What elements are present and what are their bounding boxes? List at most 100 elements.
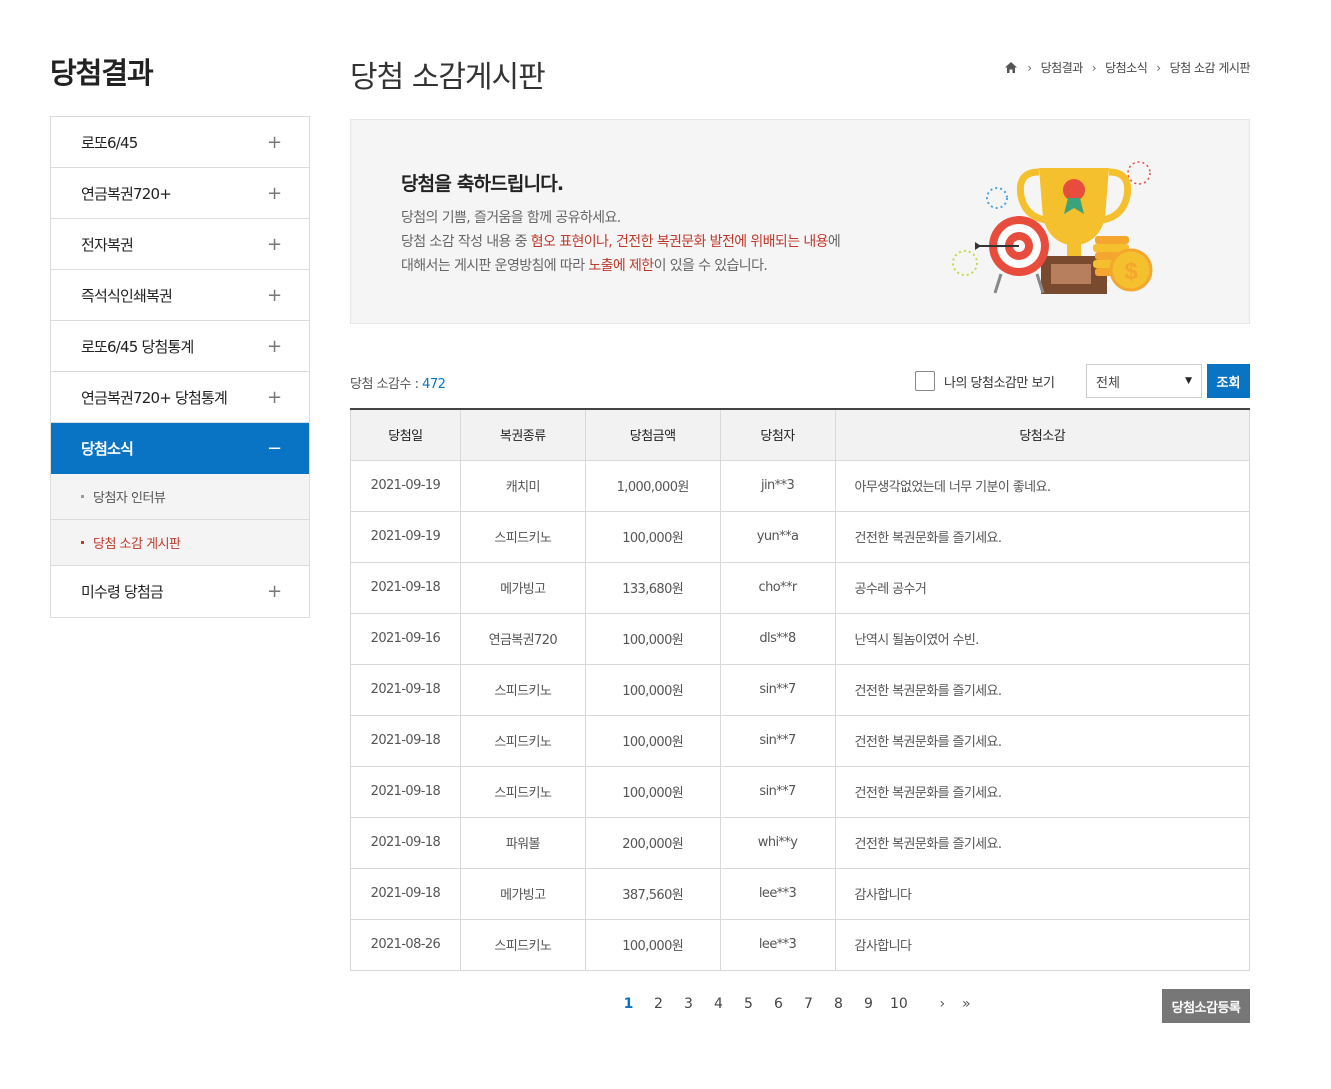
page-link[interactable]: 10 bbox=[890, 996, 908, 1012]
page-link[interactable]: 4 bbox=[710, 996, 727, 1012]
cell-date: 2021-09-19 bbox=[350, 511, 461, 563]
last-page-icon[interactable]: » bbox=[958, 996, 975, 1012]
cell-winner: jin**3 bbox=[719, 460, 836, 512]
my-posts-toggle[interactable]: 나의 당첨소감만 보기 bbox=[915, 371, 1055, 391]
cell-winner: dls**8 bbox=[719, 613, 836, 665]
cell-comment[interactable]: 건전한 복권문화를 즐기세요. bbox=[834, 511, 1251, 563]
page-link[interactable]: 3 bbox=[680, 996, 697, 1012]
column-header-date: 당첨일 bbox=[350, 409, 461, 461]
sidebar-item-electronic[interactable]: 전자복권 + bbox=[51, 219, 309, 270]
page-link[interactable]: 8 bbox=[830, 996, 847, 1012]
cell-winner: cho**r bbox=[719, 562, 836, 614]
cell-type: 스피드키노 bbox=[459, 766, 586, 818]
cell-date: 2021-09-18 bbox=[350, 766, 461, 818]
plus-icon: + bbox=[267, 335, 282, 357]
table-row[interactable]: 2021-09-18 스피드키노 100,000원 sin**7 건전한 복권문… bbox=[350, 766, 1251, 818]
sidebar-sub-item-interview[interactable]: 당첨자 인터뷰 bbox=[51, 474, 309, 520]
search-button[interactable]: 조회 bbox=[1207, 364, 1250, 398]
table-row[interactable]: 2021-09-18 스피드키노 100,000원 sin**7 건전한 복권문… bbox=[350, 715, 1251, 767]
chevron-right-icon: › bbox=[1156, 60, 1161, 75]
cell-comment[interactable]: 공수레 공수거 bbox=[834, 562, 1251, 614]
post-count-value: 472 bbox=[422, 377, 446, 392]
cell-type: 메가빙고 bbox=[459, 562, 586, 614]
sidebar-item-winner-news[interactable]: 당첨소식 − bbox=[51, 423, 309, 474]
cell-amount: 100,000원 bbox=[584, 919, 721, 971]
cell-type: 메가빙고 bbox=[459, 868, 586, 920]
lottery-type-select[interactable]: 전체 ▼ bbox=[1086, 364, 1202, 398]
page-title: 당첨 소감게시판 bbox=[350, 60, 546, 95]
table-row[interactable]: 2021-08-26 스피드키노 100,000원 lee**3 감사합니다 bbox=[350, 919, 1251, 971]
trophy-illustration: $ bbox=[952, 161, 1153, 294]
bullet-icon bbox=[81, 541, 84, 544]
cell-amount: 100,000원 bbox=[584, 715, 721, 767]
cell-amount: 100,000원 bbox=[584, 511, 721, 563]
table-row[interactable]: 2021-09-18 메가빙고 133,680원 cho**r 공수레 공수거 bbox=[350, 562, 1251, 614]
page-link[interactable]: 5 bbox=[740, 996, 757, 1012]
cell-comment[interactable]: 감사합니다 bbox=[834, 919, 1251, 971]
cell-comment[interactable]: 감사합니다 bbox=[834, 868, 1251, 920]
sidebar-item-label: 로또6/45 당첨통계 bbox=[81, 337, 194, 356]
sidebar-item-instant[interactable]: 즉석식인쇄복권 + bbox=[51, 270, 309, 321]
register-review-button[interactable]: 당첨소감등록 bbox=[1162, 989, 1250, 1023]
my-posts-checkbox[interactable] bbox=[915, 371, 935, 391]
table-row[interactable]: 2021-09-18 메가빙고 387,560원 lee**3 감사합니다 bbox=[350, 868, 1251, 920]
table-row[interactable]: 2021-09-16 연금복권720 100,000원 dls**8 난역시 될… bbox=[350, 613, 1251, 665]
page-link[interactable]: 7 bbox=[800, 996, 817, 1012]
winner-review-table: 당첨일 복권종류 당첨금액 당첨자 당첨소감 2021-09-19 캐치미 1,… bbox=[350, 408, 1251, 971]
chevron-right-icon: › bbox=[1027, 60, 1032, 75]
sidebar-item-lotto-stats[interactable]: 로또6/45 당첨통계 + bbox=[51, 321, 309, 372]
cell-comment[interactable]: 건전한 복권문화를 즐기세요. bbox=[834, 817, 1251, 869]
sidebar-sub-item-label: 당첨자 인터뷰 bbox=[93, 491, 166, 506]
next-page-icon[interactable]: › bbox=[934, 996, 951, 1012]
breadcrumb-item[interactable]: 당첨결과 bbox=[1041, 59, 1084, 76]
breadcrumb-item[interactable]: 당첨소식 bbox=[1105, 59, 1148, 76]
cell-amount: 1,000,000원 bbox=[584, 460, 721, 512]
sidebar-item-pension-stats[interactable]: 연금복권720+ 당첨통계 + bbox=[51, 372, 309, 423]
home-icon[interactable] bbox=[1004, 61, 1018, 74]
page-link-current[interactable]: 1 bbox=[620, 996, 637, 1012]
sidebar-sub-item-board[interactable]: 당첨 소감 게시판 bbox=[51, 520, 309, 566]
cell-comment[interactable]: 아무생각없었는데 너무 기분이 좋네요. bbox=[834, 460, 1251, 512]
notice-banner: 당첨을 축하드립니다. 당첨의 기쁨, 즐거움을 함께 공유하세요. 당첨 소감… bbox=[350, 119, 1250, 324]
table-row[interactable]: 2021-09-18 파워볼 200,000원 whi**y 건전한 복권문화를… bbox=[350, 817, 1251, 869]
sidebar-item-pension720[interactable]: 연금복권720+ + bbox=[51, 168, 309, 219]
sidebar-nav: 로또6/45 + 연금복권720+ + 전자복권 + 즉석식인쇄복권 + 로또6… bbox=[50, 116, 310, 618]
cell-winner: whi**y bbox=[719, 817, 836, 869]
cell-date: 2021-09-19 bbox=[350, 460, 461, 512]
sidebar-item-unclaimed[interactable]: 미수령 당첨금 + bbox=[51, 566, 309, 617]
cell-comment[interactable]: 난역시 될놈이였어 수빈. bbox=[834, 613, 1251, 665]
plus-icon: + bbox=[267, 233, 282, 255]
cell-winner: lee**3 bbox=[719, 868, 836, 920]
column-header-type: 복권종류 bbox=[459, 409, 586, 461]
plus-icon: + bbox=[267, 386, 282, 408]
sidebar-item-lotto645[interactable]: 로또6/45 + bbox=[51, 117, 309, 168]
banner-line: 대해서는 게시판 운영방침에 따라 노출에 제한이 있을 수 있습니다. bbox=[401, 254, 840, 278]
plus-icon: + bbox=[267, 131, 282, 153]
table-row[interactable]: 2021-09-19 캐치미 1,000,000원 jin**3 아무생각없었는… bbox=[350, 460, 1251, 512]
cell-comment[interactable]: 건전한 복권문화를 즐기세요. bbox=[834, 664, 1251, 716]
cell-type: 스피드키노 bbox=[459, 511, 586, 563]
svg-text:$: $ bbox=[1124, 258, 1138, 285]
chevron-right-icon: › bbox=[1091, 60, 1097, 75]
post-count-label: 당첨 소감수 : bbox=[350, 377, 423, 392]
sidebar-item-label: 로또6/45 bbox=[81, 133, 138, 152]
cell-date: 2021-09-18 bbox=[350, 868, 461, 920]
cell-winner: lee**3 bbox=[719, 919, 836, 971]
banner-text: 당첨 소감 작성 내용 중 bbox=[401, 234, 531, 250]
table-row[interactable]: 2021-09-18 스피드키노 100,000원 sin**7 건전한 복권문… bbox=[350, 664, 1251, 716]
cell-comment[interactable]: 건전한 복권문화를 즐기세요. bbox=[834, 715, 1251, 767]
page-link[interactable]: 2 bbox=[650, 996, 667, 1012]
breadcrumb: › 당첨결과 › 당첨소식 › 당첨 소감 게시판 bbox=[1004, 59, 1251, 76]
cell-comment[interactable]: 건전한 복권문화를 즐기세요. bbox=[834, 766, 1251, 818]
table-row[interactable]: 2021-09-19 스피드키노 100,000원 yun**a 건전한 복권문… bbox=[350, 511, 1251, 563]
page-link[interactable]: 9 bbox=[860, 996, 877, 1012]
cell-type: 파워볼 bbox=[459, 817, 586, 869]
sidebar-item-label: 전자복권 bbox=[81, 235, 134, 254]
page-link[interactable]: 6 bbox=[770, 996, 787, 1012]
breadcrumb-item-current[interactable]: 당첨 소감 게시판 bbox=[1170, 59, 1251, 76]
cell-type: 스피드키노 bbox=[459, 919, 586, 971]
cell-date: 2021-09-18 bbox=[350, 562, 461, 614]
cell-date: 2021-09-16 bbox=[350, 613, 461, 665]
banner-highlight: 혐오 표현이나, 건전한 복권문화 발전에 위배되는 내용 bbox=[530, 234, 829, 250]
banner-text: 에 bbox=[827, 234, 841, 250]
